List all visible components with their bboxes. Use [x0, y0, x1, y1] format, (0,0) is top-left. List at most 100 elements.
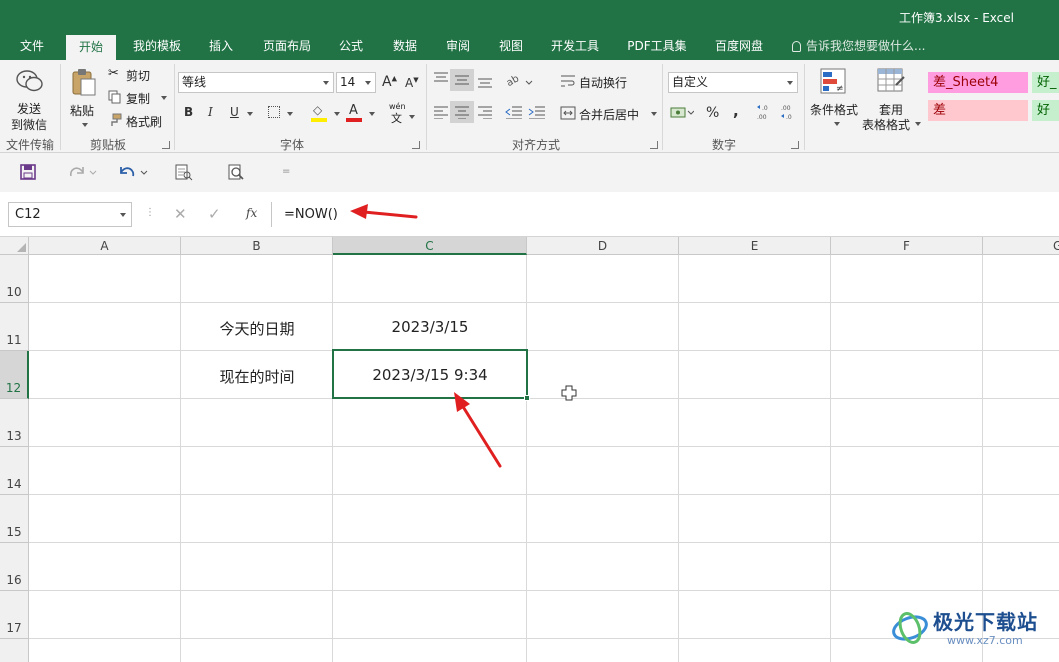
cell-c11[interactable]: 2023/3/15 [333, 318, 527, 336]
number-format-combo[interactable]: 自定义 [668, 72, 798, 93]
paste-button[interactable]: 粘贴 [66, 66, 102, 132]
row-header-12[interactable]: 12 [0, 351, 29, 399]
row-header-18[interactable] [0, 639, 29, 662]
decrease-decimal-icon[interactable]: .00.0 [780, 103, 800, 121]
orientation-icon[interactable]: ab [506, 72, 534, 88]
tab-review[interactable]: 审阅 [435, 34, 481, 60]
font-size-combo[interactable]: 14 [336, 72, 376, 93]
tab-pdf-tools[interactable]: PDF工具集 [620, 34, 694, 60]
align-left-icon[interactable] [433, 105, 449, 119]
bold-button[interactable]: B [184, 105, 193, 119]
redo-icon[interactable] [68, 164, 98, 180]
tab-page-layout[interactable]: 页面布局 [254, 34, 320, 60]
phonetic-button[interactable]: wén 文 [388, 102, 418, 125]
paste-label: 粘贴 [70, 104, 95, 118]
save-icon[interactable] [20, 164, 36, 180]
format-as-table-dropdown-icon [915, 122, 921, 126]
clipboard-launcher-icon[interactable] [162, 141, 170, 149]
tab-home[interactable]: 开始 [66, 35, 116, 60]
quick-access-toolbar: = [0, 153, 1059, 192]
formula-input[interactable]: =NOW() [284, 202, 338, 227]
print-preview-icon[interactable] [175, 164, 193, 181]
enter-icon[interactable]: ✓ [208, 205, 221, 223]
percent-button[interactable]: % [706, 105, 719, 121]
font-launcher-icon[interactable] [412, 141, 420, 149]
alignment-launcher-icon[interactable] [650, 141, 658, 149]
font-color-icon[interactable]: A [346, 103, 362, 122]
tab-baidu-netdisk[interactable]: 百度网盘 [706, 34, 772, 60]
worksheet-grid[interactable]: A B C D E F G 10 11 12 13 14 15 16 17 今天… [0, 237, 1059, 662]
paste-dropdown-icon[interactable] [82, 123, 88, 127]
copy-dropdown-icon[interactable] [161, 96, 167, 100]
insert-function-icon[interactable]: fx [246, 206, 257, 220]
italic-button[interactable]: I [208, 105, 213, 119]
number-launcher-icon[interactable] [791, 141, 799, 149]
underline-dropdown-icon[interactable] [247, 112, 253, 116]
watermark-name: 极光下载站 [933, 610, 1038, 634]
fill-color-dropdown-icon[interactable] [334, 112, 340, 116]
merge-center-button[interactable]: 合并后居中 [560, 104, 658, 124]
zoom-page-icon[interactable] [228, 164, 246, 181]
column-header-g[interactable]: G [983, 237, 1059, 255]
align-bottom-icon[interactable] [477, 74, 493, 88]
row-header-13[interactable]: 13 [0, 399, 29, 447]
align-right-icon[interactable] [477, 105, 493, 119]
increase-decimal-icon[interactable]: .0.00 [756, 103, 776, 121]
format-as-table-button[interactable]: 套用 表格格式 [862, 66, 921, 136]
undo-icon[interactable] [119, 164, 149, 180]
tab-developer[interactable]: 开发工具 [542, 34, 608, 60]
style-bad-sheet4[interactable]: 差_Sheet4 [928, 72, 1028, 93]
column-header-a[interactable]: A [29, 237, 181, 255]
column-header-d[interactable]: D [527, 237, 679, 255]
row-header-16[interactable]: 16 [0, 543, 29, 591]
gridline [29, 302, 1059, 303]
name-box[interactable]: C12 [8, 202, 132, 227]
decrease-indent-icon[interactable] [505, 105, 523, 119]
column-header-e[interactable]: E [679, 237, 831, 255]
row-header-17[interactable]: 17 [0, 591, 29, 639]
increase-indent-icon[interactable] [528, 105, 546, 119]
align-top-icon[interactable] [433, 72, 449, 86]
style-good-partial[interactable]: 好_ [1032, 72, 1059, 93]
merge-dropdown-icon [651, 112, 657, 116]
title-bar: 工作簿3.xlsx - Excel [0, 0, 1059, 34]
row-header-14[interactable]: 14 [0, 447, 29, 495]
tab-formulas[interactable]: 公式 [328, 34, 374, 60]
tab-data[interactable]: 数据 [382, 34, 428, 60]
borders-icon[interactable] [268, 106, 280, 118]
style-bad[interactable]: 差 [928, 100, 1028, 121]
tab-file[interactable]: 文件 [8, 34, 56, 60]
column-header-f[interactable]: F [831, 237, 983, 255]
font-color-dropdown-icon[interactable] [369, 112, 375, 116]
row-header-11[interactable]: 11 [0, 303, 29, 351]
row-header-10[interactable]: 10 [0, 255, 29, 303]
cell-b12[interactable]: 现在的时间 [181, 366, 333, 387]
align-middle-icon[interactable] [450, 69, 474, 91]
column-header-c[interactable]: C [333, 237, 527, 255]
send-to-wechat-button[interactable]: 发送 到微信 [6, 66, 54, 132]
column-header-b[interactable]: B [181, 237, 333, 255]
row-header-15[interactable]: 15 [0, 495, 29, 543]
style-good[interactable]: 好 [1032, 100, 1059, 121]
customize-qat-icon[interactable]: = [282, 166, 290, 177]
tell-me-search[interactable]: 告诉我您想要做什么... [792, 34, 925, 60]
font-name-combo[interactable]: 等线 [178, 72, 334, 93]
borders-dropdown-icon[interactable] [287, 112, 293, 116]
tab-view[interactable]: 视图 [488, 34, 534, 60]
fill-color-icon[interactable]: ◇ [311, 103, 327, 122]
underline-button[interactable]: U [230, 105, 239, 119]
copy-icon [108, 90, 121, 104]
select-all-corner[interactable] [0, 237, 29, 255]
tab-insert[interactable]: 插入 [198, 34, 244, 60]
cancel-icon[interactable]: ✕ [174, 205, 187, 223]
copy-button[interactable]: 复制 [108, 89, 168, 107]
comma-button[interactable]: , [733, 102, 739, 120]
tab-my-templates[interactable]: 我的模板 [124, 34, 190, 60]
conditional-formatting-button[interactable]: ≠ 条件格式 [808, 66, 860, 136]
align-center-icon[interactable] [450, 101, 474, 123]
cell-b11[interactable]: 今天的日期 [181, 318, 333, 339]
fill-handle[interactable] [524, 395, 530, 401]
increase-font-icon[interactable]: A▲ [382, 74, 397, 90]
decrease-font-icon[interactable]: A▼ [405, 76, 419, 90]
currency-icon[interactable] [670, 105, 694, 121]
